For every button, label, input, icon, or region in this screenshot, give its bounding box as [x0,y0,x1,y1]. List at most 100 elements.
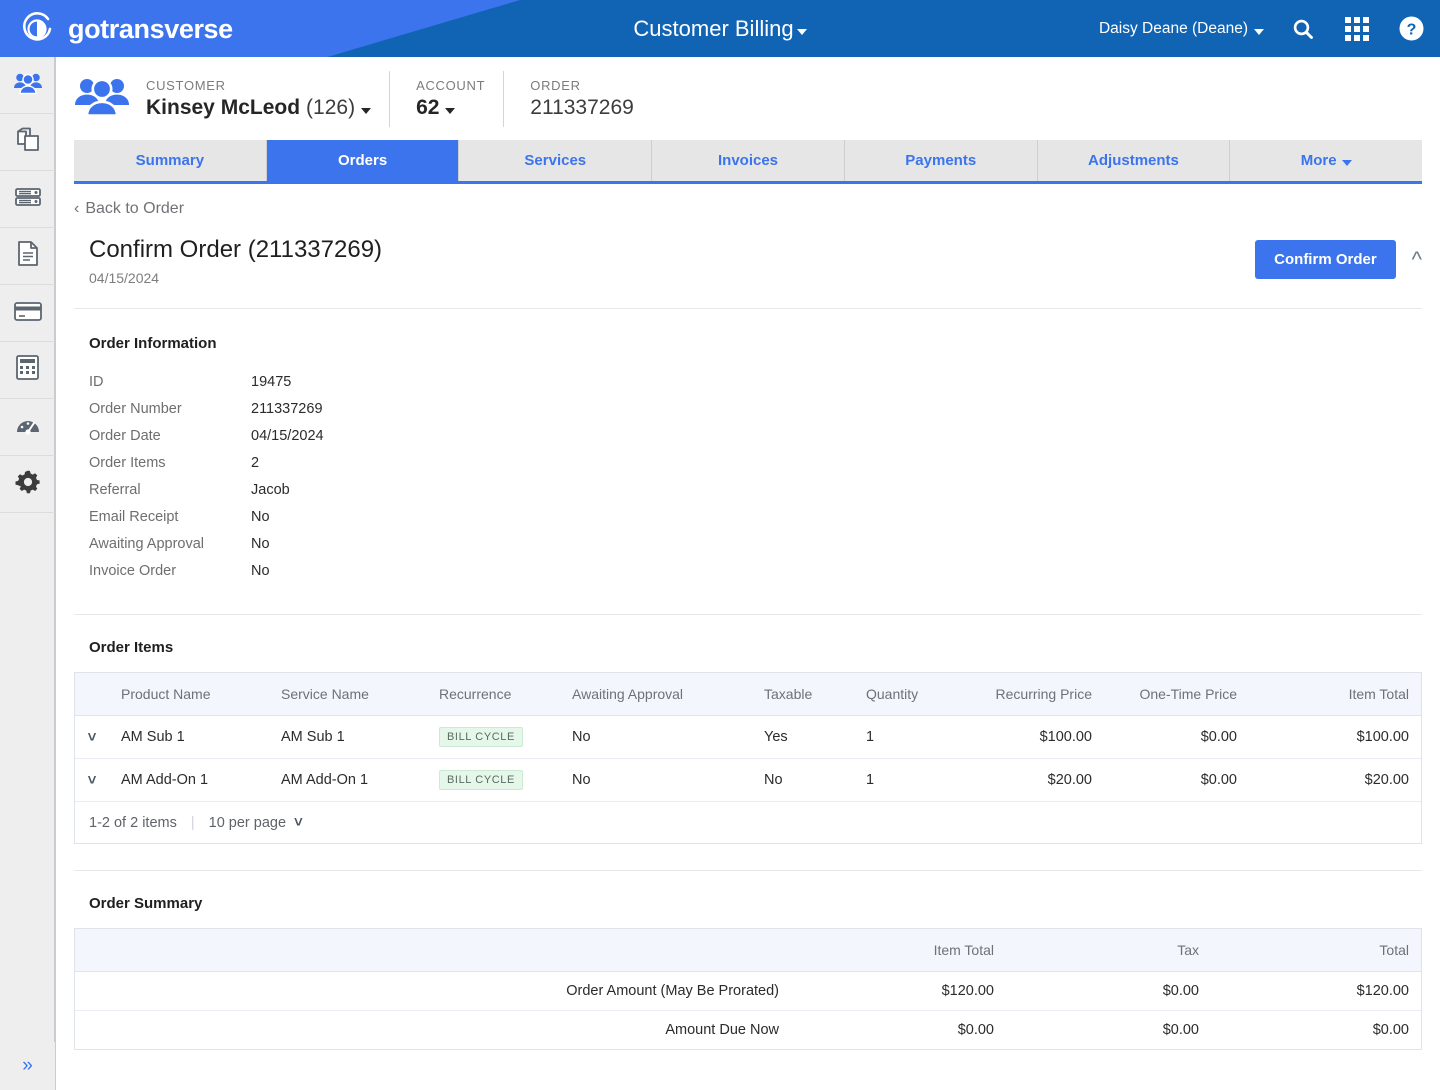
help-circle-icon[interactable]: ? [1396,14,1426,44]
grid-apps-icon[interactable] [1342,14,1372,44]
tab-summary[interactable]: Summary [74,140,267,181]
cell-quantity: 1 [854,715,959,759]
info-row: Order Items 2 [89,449,1440,476]
row-expand-toggle[interactable]: ˅ [75,715,109,759]
chevron-down-icon: ˅ [87,728,97,746]
chevron-down-icon [796,28,807,35]
info-value: 2 [251,454,260,471]
chevron-left-icon: ‹ [74,200,80,217]
cell-taxable: Yes [752,715,854,759]
table-pagination-bar: 1-2 of 2 items | 10 per page ˅ [75,801,1421,843]
info-key: Order Number [89,400,182,417]
user-menu-label: Daisy Deane (Deane) [1098,19,1248,37]
column-header-summary-label [75,929,791,972]
main-content-area: CUSTOMER Kinsey McLeod (126) ACCOUNT 62 … [55,57,1440,1090]
sidebar-item-products[interactable] [0,114,55,171]
info-row: Invoice Order No [89,557,1440,584]
info-value: No [251,508,270,525]
column-header-service-name: Service Name [269,673,427,716]
svg-text:?: ? [1406,22,1416,39]
chevron-up-icon[interactable]: ^ [1412,248,1422,271]
sidebar-item-reports[interactable] [0,399,55,456]
cell-product-name: AM Sub 1 [109,715,269,759]
back-to-order-link[interactable]: ‹ Back to Order [56,184,1440,218]
sidebar-item-customers[interactable] [0,57,55,114]
top-navigation-bar: gotransverse Customer Billing Daisy Dean… [0,0,1440,57]
credit-card-icon [13,300,43,327]
sidebar-item-usage[interactable] [0,171,55,228]
info-value: 211337269 [251,400,323,417]
cell-summary-label: Amount Due Now [665,1022,779,1038]
cell-tax: $0.00 [1162,1022,1199,1038]
tab-invoices[interactable]: Invoices [652,140,845,181]
table-row: ˅ AM Sub 1 AM Sub 1 BILL CYCLE No Yes 1 … [75,715,1421,759]
sidebar-expand-toggle[interactable]: » [0,1042,55,1090]
page-title: Confirm Order (211337269) [89,236,383,263]
order-items-title: Order Items [89,639,174,656]
tab-adjustments[interactable]: Adjustments [1037,140,1231,181]
cell-total: $120.00 [1211,971,1421,1011]
tab-label: Summary [135,152,205,169]
cell-taxable: No [764,772,783,788]
cell-awaiting-approval: No [572,772,591,788]
table-header-row: Item Total Tax Total [75,929,1421,972]
cell-item-total: $0.00 [957,1022,994,1038]
brand-logo-group[interactable]: gotransverse [18,9,233,49]
order-number: 211337269 [530,95,634,119]
app-title-dropdown[interactable]: Customer Billing [633,16,807,42]
user-menu[interactable]: Daisy Deane (Deane) [1099,20,1264,38]
sidebar-item-invoices[interactable] [0,228,55,285]
cell-item-total: $20.00 [1364,772,1409,788]
per-page-label: 10 per page [208,814,287,831]
tab-orders[interactable]: Orders [266,140,460,181]
chevron-down-icon [445,107,456,114]
cell-one-time-price: $0.00 [1104,715,1249,759]
order-items-table-wrapper: Product Name Service Name Recurrence Awa… [74,672,1422,844]
order-summary-title: Order Summary [89,895,203,912]
sidebar-item-billing[interactable] [0,342,55,399]
page-header: Confirm Order (211337269) 04/15/2024 Con… [56,218,1440,286]
column-header-item-total: Item Total [791,929,1006,972]
cell-recurring-price: $100.00 [959,715,1104,759]
calculator-icon [15,354,40,386]
context-customer-label: CUSTOMER [146,77,226,93]
chevron-down-icon [361,107,372,114]
gauge-dashboard-icon [14,413,42,442]
left-sidebar-rail: » [0,57,55,1090]
context-account-value[interactable]: 62 [416,96,485,120]
row-expand-toggle[interactable]: ˅ [75,759,109,802]
per-page-selector[interactable]: 10 per page ˅ [209,814,303,831]
brand-name: gotransverse [68,13,233,44]
info-value: No [251,535,270,552]
cell-summary-label: Order Amount (May Be Prorated) [75,971,791,1011]
column-header-awaiting-approval: Awaiting Approval [560,673,752,716]
context-account-block: ACCOUNT 62 [390,70,505,127]
tab-more[interactable]: More [1230,140,1423,181]
circle-swirl-logo-icon [18,10,56,48]
context-account-label: ACCOUNT [416,77,486,93]
context-order-value: 211337269 [530,96,634,120]
account-number: 62 [416,95,440,119]
cell-quantity: 1 [866,772,875,788]
sidebar-item-settings[interactable] [0,456,55,513]
cell-recurring-price: $20.00 [1047,772,1092,788]
info-row: Order Number 211337269 [89,395,1440,422]
sidebar-item-payments[interactable] [0,285,55,342]
column-header-one-time-price: One-Time Price [1104,673,1249,716]
confirm-order-button[interactable]: Confirm Order [1255,240,1396,279]
cell-tax: $0.00 [1006,971,1211,1011]
info-key: Email Receipt [89,508,179,525]
info-value: No [251,562,270,579]
page-header-actions: Confirm Order ^ [1255,236,1422,279]
server-stack-icon [14,186,42,213]
cell-total: $0.00 [1372,1022,1409,1038]
tab-payments[interactable]: Payments [844,140,1038,181]
document-icon [16,240,40,272]
tab-services[interactable]: Services [459,140,653,181]
page-header-text: Confirm Order (211337269) 04/15/2024 [89,236,382,286]
context-customer-value[interactable]: Kinsey McLeod (126) [146,96,372,120]
context-customer-block: CUSTOMER Kinsey McLeod (126) [74,70,391,127]
column-header-item-total: Item Total [1249,673,1421,716]
cell-product-name: AM Add-On 1 [121,772,209,788]
search-icon[interactable] [1288,14,1318,44]
